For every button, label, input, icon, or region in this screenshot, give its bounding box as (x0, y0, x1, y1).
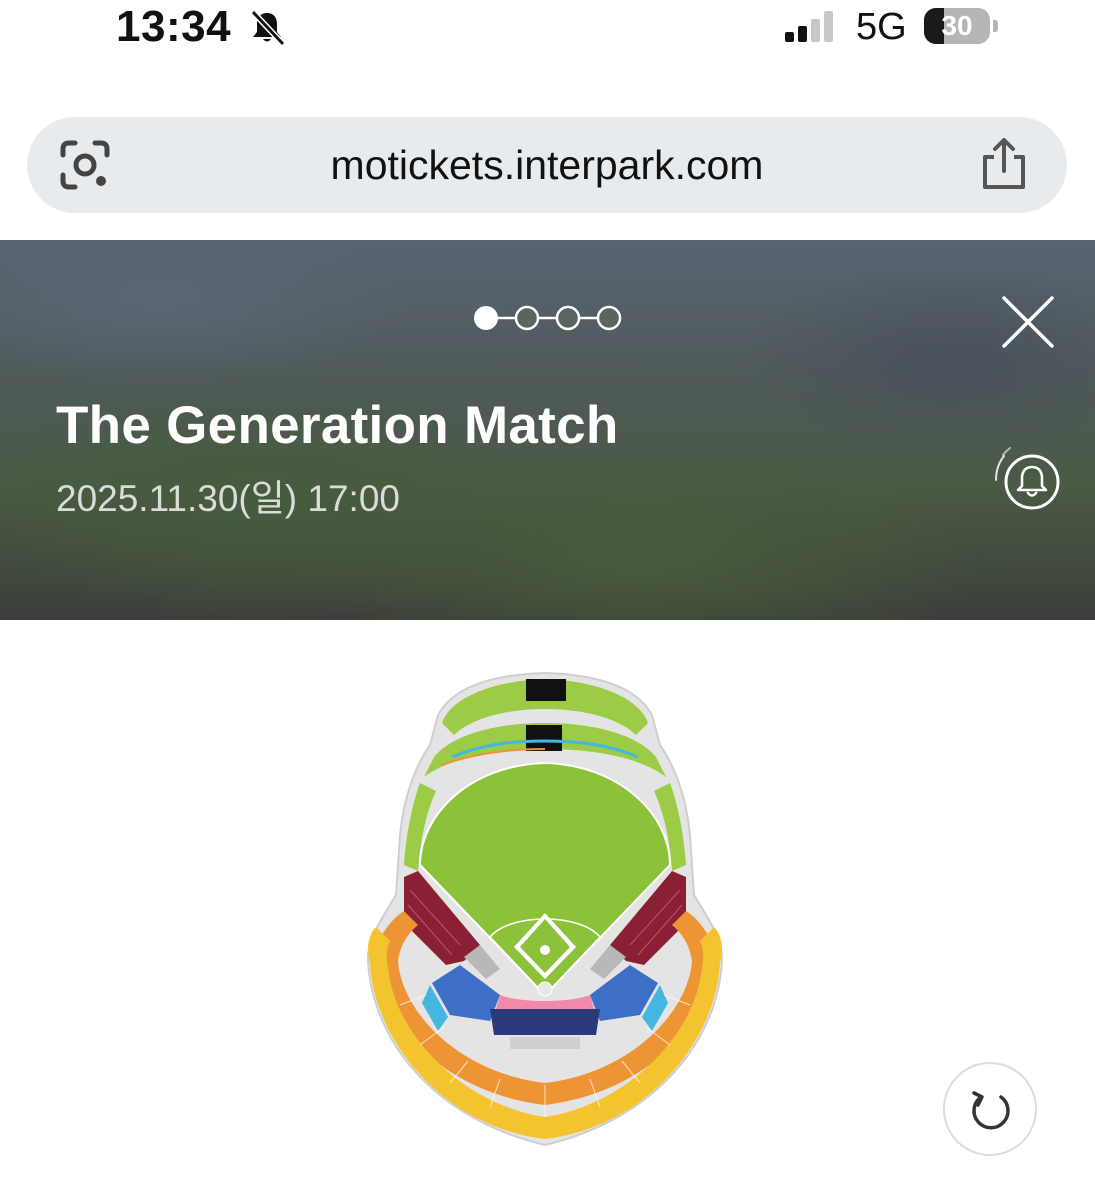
event-date: 2025.11.30(일) 17:00 (56, 478, 400, 519)
share-icon[interactable] (977, 137, 1031, 193)
stadium-seat-map[interactable] (360, 665, 730, 1155)
alarm-bell-icon[interactable] (990, 440, 1066, 516)
bell-slash-icon (250, 9, 286, 47)
batters-eye (526, 725, 562, 751)
pitchers-mound (540, 945, 550, 955)
refresh-icon (972, 1091, 1010, 1130)
home-navy-section[interactable] (490, 1009, 600, 1035)
network-type: 5G (856, 6, 907, 48)
home-plate (537, 981, 553, 997)
scoreboard (526, 679, 566, 701)
event-title: The Generation Match (56, 396, 619, 455)
address-bar[interactable]: motickets.interpark.com (27, 117, 1067, 213)
status-bar: 13:34 5G 30 (0, 0, 1095, 60)
signal-bars-icon (785, 11, 833, 42)
status-time: 13:34 (116, 2, 232, 51)
step-indicator (474, 305, 622, 331)
url-text[interactable]: motickets.interpark.com (27, 117, 1067, 213)
battery-percent: 30 (941, 10, 973, 41)
close-icon[interactable] (1002, 296, 1054, 348)
event-banner: The Generation Match 2025.11.30(일) 17:00 (0, 240, 1095, 620)
refresh-button[interactable] (943, 1062, 1037, 1156)
battery-icon: 30 (924, 8, 1000, 44)
